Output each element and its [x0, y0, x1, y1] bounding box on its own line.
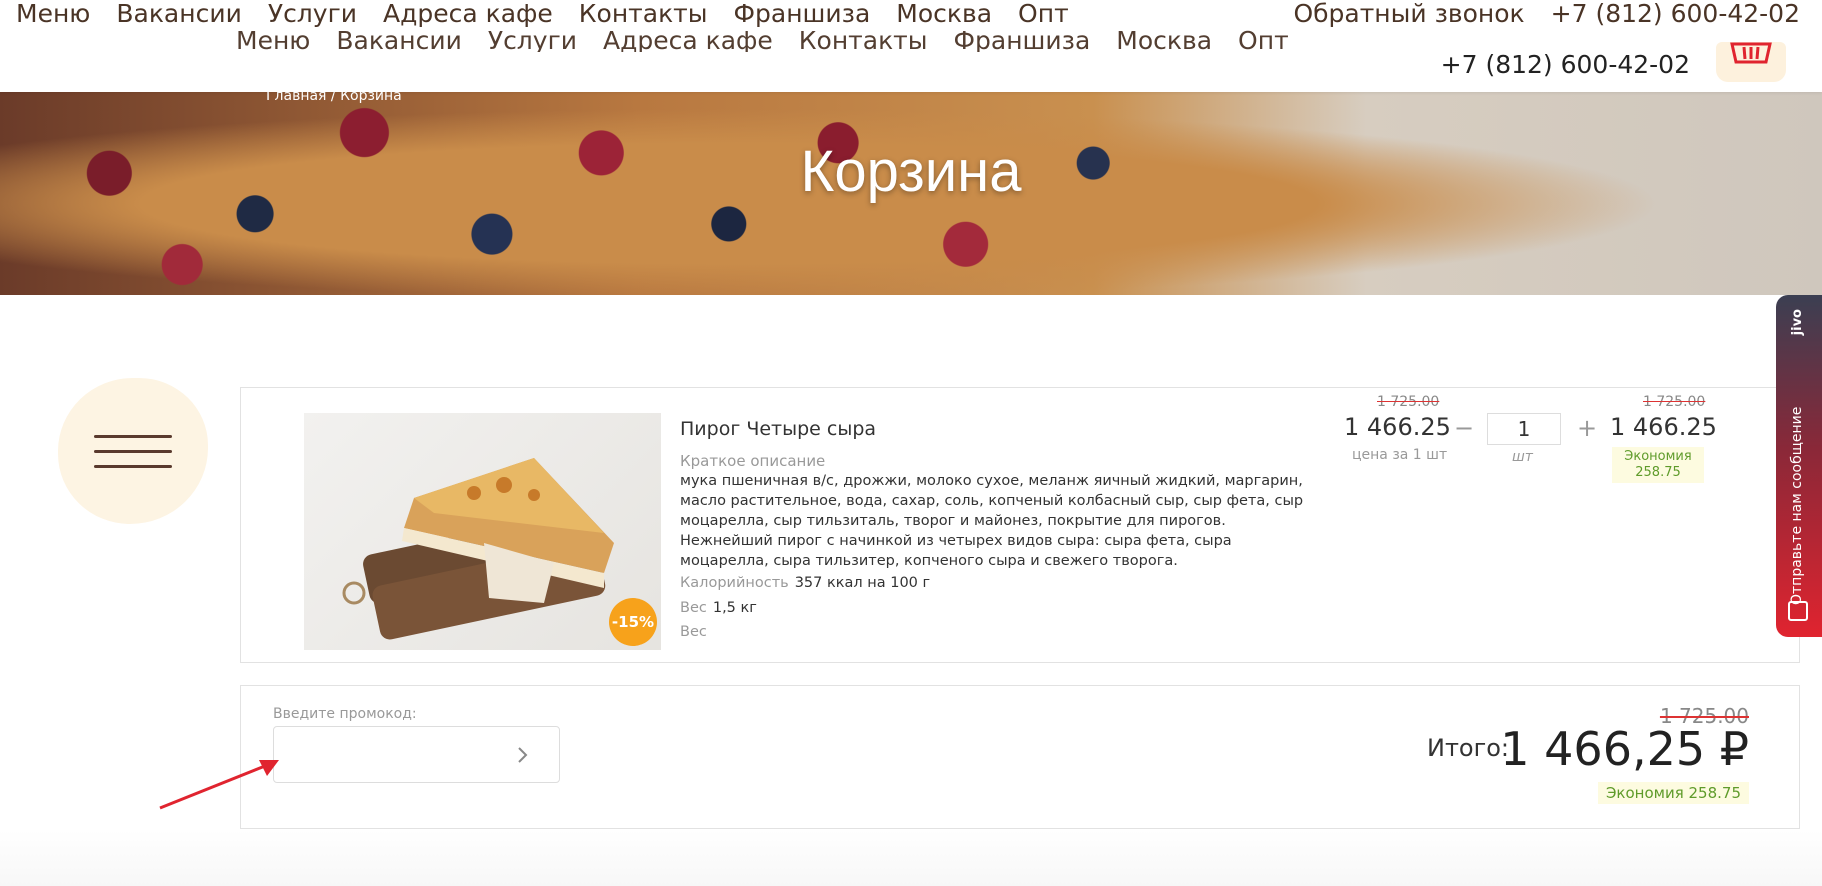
jivo-chat-tab[interactable]: jivo Отправьте нам сообщение	[1776, 295, 1822, 637]
chat-icon	[1788, 601, 1808, 621]
nav-moscow[interactable]: Москва	[896, 0, 992, 28]
weight-row: Вес 1,5 кг	[680, 600, 757, 616]
header-nav-wholesale[interactable]: Опт	[1238, 30, 1289, 52]
calories-value: 357 ккал на 100 г	[794, 575, 931, 591]
breadcrumb[interactable]: Главная / Корзина	[266, 92, 402, 104]
weight-label: Вес	[680, 600, 707, 616]
order-summary: Введите промокод: 1 725.00 Итого: 1 466,…	[240, 685, 1800, 829]
promo-code-input[interactable]	[273, 726, 560, 783]
quantity-input[interactable]: 1	[1487, 413, 1561, 445]
header-nav-addresses[interactable]: Адреса кафе	[603, 30, 773, 52]
product-image[interactable]: -15%	[304, 413, 661, 650]
line-savings-badge: Экономия 258.75	[1612, 447, 1704, 483]
promo-label: Введите промокод:	[273, 706, 417, 722]
unit-old-price: 1 725.00	[1377, 394, 1440, 410]
page-title: Корзина	[800, 139, 1022, 204]
weight-value: 1,5 кг	[712, 600, 757, 616]
top-phone[interactable]: +7 (812) 600-42-02	[1551, 0, 1800, 28]
line-total: 1 466.25	[1610, 413, 1717, 441]
weight-label-2: Вес	[680, 624, 707, 640]
top-nav-menu: Меню Вакансии Услуги Адреса кафе Контакт…	[16, 0, 1069, 28]
hamburger-menu-button[interactable]	[58, 378, 208, 524]
nav-addresses[interactable]: Адреса кафе	[383, 0, 553, 28]
calories-row: Калорийность 357 ккал на 100 г	[680, 575, 930, 591]
chevron-right-icon[interactable]	[517, 745, 529, 770]
header-nav: Меню Вакансии Услуги Адреса кафе Контакт…	[236, 30, 1289, 52]
header-nav-vacancies[interactable]: Вакансии	[336, 30, 461, 52]
nav-contacts[interactable]: Контакты	[579, 0, 708, 28]
unit-price: 1 466.25	[1344, 413, 1451, 441]
unit-price-label: цена за 1 шт	[1352, 447, 1448, 463]
pie-illustration	[342, 458, 614, 640]
basket-button[interactable]	[1716, 42, 1786, 82]
top-nav: Меню Вакансии Услуги Адреса кафе Контакт…	[0, 0, 1822, 30]
product-name[interactable]: Пирог Четыре сыра	[680, 418, 876, 440]
quantity-unit: шт	[1512, 449, 1533, 465]
header-nav-contacts[interactable]: Контакты	[799, 30, 928, 52]
annotation-arrow-icon	[159, 760, 279, 810]
header-nav-menu[interactable]: Меню	[236, 30, 310, 52]
page-bottom	[0, 830, 1822, 886]
summary-label: Итого:	[1427, 734, 1509, 762]
description-label: Краткое описание	[680, 452, 826, 470]
summary-savings-badge: Экономия 258.75	[1597, 782, 1749, 804]
jivo-logo: jivo	[1790, 309, 1805, 336]
calories-label: Калорийность	[680, 575, 789, 591]
discount-badge: -15%	[609, 598, 657, 646]
jivo-text: Отправьте нам сообщение	[1789, 406, 1805, 605]
basket-icon	[1730, 42, 1772, 64]
decrease-quantity-button[interactable]: −	[1454, 413, 1474, 443]
hamburger-line	[94, 464, 172, 468]
hero-banner: Главная / Корзина Корзина	[0, 92, 1822, 295]
summary-total: 1 466,25 ₽	[1500, 722, 1749, 776]
hamburger-line	[94, 434, 172, 438]
header-nav-franchise[interactable]: Франшиза	[953, 30, 1090, 52]
hamburger-line	[94, 449, 172, 453]
header-nav-services[interactable]: Услуги	[488, 30, 577, 52]
callback-link[interactable]: Обратный звонок	[1293, 0, 1524, 28]
nav-menu[interactable]: Меню	[16, 0, 90, 28]
header-nav-moscow[interactable]: Москва	[1116, 30, 1212, 52]
line-old-total: 1 725.00	[1643, 394, 1706, 410]
cart-item: -15% Пирог Четыре сыра Краткое описание …	[240, 387, 1800, 663]
nav-vacancies[interactable]: Вакансии	[116, 0, 241, 28]
nav-wholesale[interactable]: Опт	[1018, 0, 1069, 28]
nav-franchise[interactable]: Франшиза	[733, 0, 870, 28]
top-nav-right: Обратный звонок +7 (812) 600-42-02	[1293, 0, 1800, 28]
product-description: мука пшеничная в/с, дрожжи, молоко сухое…	[680, 473, 1304, 569]
header-phone[interactable]: +7 (812) 600-42-02	[1441, 50, 1690, 79]
nav-services[interactable]: Услуги	[268, 0, 357, 28]
increase-quantity-button[interactable]: +	[1577, 413, 1597, 443]
weight-row-2: Вес	[680, 624, 707, 640]
